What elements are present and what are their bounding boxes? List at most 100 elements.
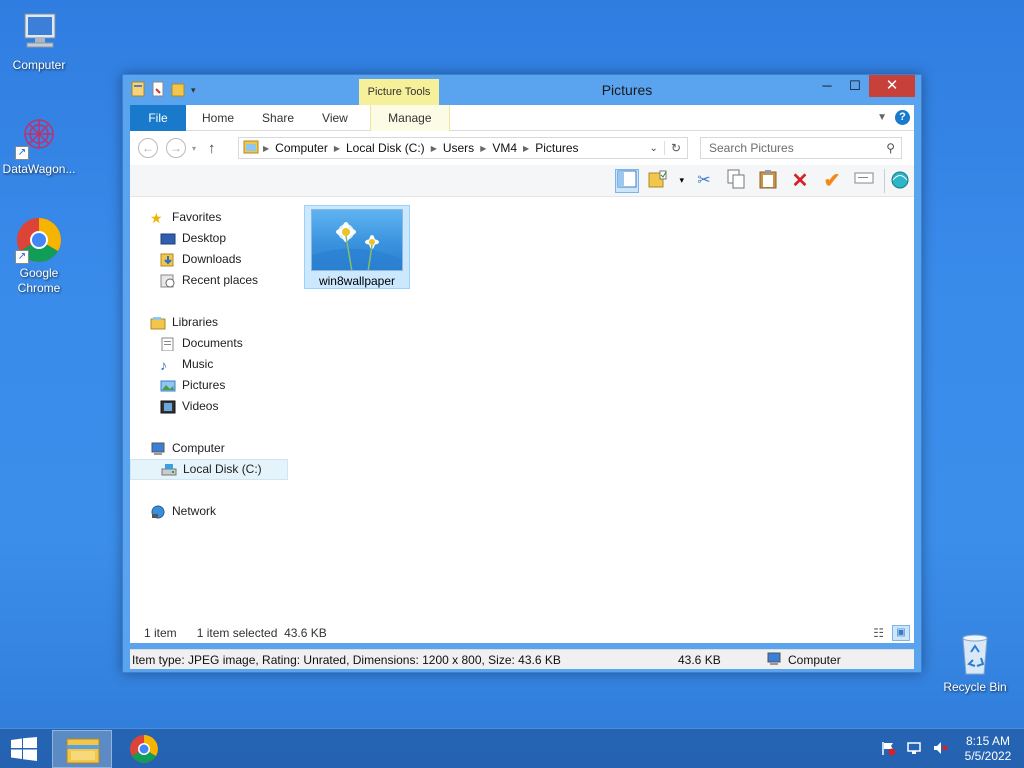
- action-center-flag-icon[interactable]: [880, 740, 896, 759]
- address-dropdown-icon[interactable]: ⌄: [650, 143, 658, 154]
- star-icon: ★: [150, 209, 163, 226]
- file-name: win8wallpaper: [318, 274, 396, 288]
- nav-pictures[interactable]: Pictures: [130, 375, 290, 396]
- tab-view[interactable]: View: [308, 105, 362, 131]
- details-info: Item type: JPEG image, Rating: Unrated, …: [132, 653, 561, 667]
- taskbar-chrome[interactable]: [114, 730, 174, 768]
- computer-icon: [15, 8, 63, 56]
- nav-label: Music: [182, 357, 214, 371]
- properties-folder-icon[interactable]: [647, 169, 671, 193]
- desktop-icon-computer[interactable]: Computer: [0, 8, 78, 73]
- network-shell-icon[interactable]: [884, 168, 909, 193]
- title-bar[interactable]: ▾ Picture Tools Pictures ─ ☐ ✕: [123, 75, 921, 107]
- help-icon[interactable]: ?: [895, 110, 910, 125]
- nav-label: Network: [172, 504, 217, 518]
- details-location-icon: [766, 652, 782, 669]
- details-bar: Item type: JPEG image, Rating: Unrated, …: [130, 649, 914, 669]
- datawagon-icon: ↗: [15, 112, 63, 160]
- breadcrumb-vm4[interactable]: VM4: [486, 141, 523, 155]
- nav-computer[interactable]: Computer: [130, 438, 290, 459]
- forward-button[interactable]: →: [166, 138, 186, 158]
- taskbar: 8:15 AM 5/5/2022: [0, 728, 1024, 768]
- rename-check-icon[interactable]: ✔: [820, 169, 844, 193]
- nav-label: Documents: [182, 336, 243, 350]
- expand-ribbon-icon[interactable]: ▼: [877, 112, 887, 123]
- tab-share[interactable]: Share: [248, 105, 308, 131]
- maximize-button[interactable]: ☐: [841, 75, 869, 97]
- preview-pane-icon[interactable]: [615, 168, 640, 193]
- nav-label: Libraries: [172, 315, 219, 329]
- cut-icon[interactable]: ✂: [692, 169, 716, 193]
- videos-icon: [160, 400, 176, 414]
- computer-icon: [150, 442, 166, 456]
- search-icon: ⚲: [886, 141, 895, 155]
- desktop-icon-label: Google Chrome: [17, 266, 61, 295]
- start-button[interactable]: [10, 737, 38, 761]
- nav-label: Computer: [172, 441, 225, 455]
- large-icons-view-icon[interactable]: ▣: [892, 625, 910, 641]
- search-input[interactable]: Search Pictures ⚲: [700, 137, 902, 159]
- address-bar[interactable]: ▶ Computer ▶ Local Disk (C:) ▶ Users ▶ V…: [238, 137, 688, 159]
- nav-documents[interactable]: Documents: [130, 333, 290, 354]
- nav-videos[interactable]: Videos: [130, 396, 290, 417]
- nav-local-disk[interactable]: Local Disk (C:): [130, 459, 288, 480]
- breadcrumb-pictures[interactable]: Pictures: [529, 141, 584, 155]
- music-icon: ♪: [160, 356, 167, 373]
- recycle-bin-icon: [951, 630, 999, 678]
- desktop-icon-datawagon[interactable]: ↗ DataWagon...: [0, 112, 78, 177]
- drive-icon: [161, 463, 177, 477]
- nav-network[interactable]: Network: [130, 501, 290, 522]
- toolbar-dropdown-icon[interactable]: ▾: [679, 175, 684, 186]
- breadcrumb-local-disk[interactable]: Local Disk (C:): [340, 141, 431, 155]
- desktop-icon-label: Recycle Bin: [943, 680, 1007, 694]
- nav-downloads[interactable]: Downloads: [130, 249, 290, 270]
- nav-label: Downloads: [182, 252, 242, 266]
- ribbon-controls: ▼ ?: [877, 110, 914, 125]
- nav-favorites[interactable]: ★ Favorites: [130, 207, 290, 228]
- tab-home[interactable]: Home: [188, 105, 248, 131]
- address-row: ← → ▾ ↑ ▶ Computer ▶ Local Disk (C:) ▶ U…: [130, 131, 914, 165]
- downloads-icon: [160, 253, 176, 267]
- desktop-icon-chrome[interactable]: ↗ Google Chrome: [0, 216, 78, 296]
- volume-muted-icon[interactable]: [932, 740, 948, 759]
- clock[interactable]: 8:15 AM 5/5/2022: [958, 734, 1018, 764]
- tab-manage[interactable]: Manage: [369, 104, 450, 131]
- network-tray-icon[interactable]: [906, 740, 922, 759]
- delete-icon[interactable]: ✕: [788, 169, 812, 193]
- network-icon: [150, 505, 166, 519]
- nav-libraries[interactable]: Libraries: [130, 312, 290, 333]
- minimize-button[interactable]: ─: [813, 75, 841, 97]
- details-location: Computer: [788, 653, 841, 667]
- up-button[interactable]: ↑: [208, 140, 216, 157]
- nav-label: Favorites: [172, 210, 222, 224]
- pictures-folder-icon: [243, 139, 259, 158]
- nav-music[interactable]: ♪ Music: [130, 354, 290, 375]
- breadcrumb-users[interactable]: Users: [437, 141, 480, 155]
- desktop-icon-recycle-bin[interactable]: Recycle Bin: [936, 630, 1014, 695]
- breadcrumb-computer[interactable]: Computer: [269, 141, 334, 155]
- navigation-pane: ★ Favorites Desktop Downloads Recent pla…: [130, 197, 290, 639]
- file-item[interactable]: win8wallpaper: [304, 205, 410, 289]
- tab-file[interactable]: File: [130, 104, 186, 131]
- paste-icon[interactable]: [756, 169, 780, 193]
- details-view-icon[interactable]: ☷: [873, 626, 884, 640]
- desktop-icon-label: DataWagon...: [2, 162, 76, 176]
- status-bar: 1 item 1 item selected 43.6 KB ☷ ▣: [130, 623, 914, 643]
- back-button[interactable]: ←: [138, 138, 158, 158]
- item-count: 1 item: [144, 626, 177, 640]
- copy-icon[interactable]: [724, 169, 748, 193]
- nav-label: Recent places: [182, 273, 259, 287]
- nav-recent-places[interactable]: Recent places: [130, 270, 290, 291]
- rename-icon[interactable]: [852, 169, 876, 193]
- recent-locations-icon[interactable]: ▾: [192, 144, 196, 153]
- taskbar-file-explorer[interactable]: [52, 730, 112, 768]
- refresh-icon[interactable]: ↻: [663, 141, 687, 155]
- desktop-icon: [160, 232, 176, 246]
- clock-time: 8:15 AM: [965, 734, 1011, 748]
- close-button[interactable]: ✕: [869, 75, 915, 97]
- nav-desktop[interactable]: Desktop: [130, 228, 290, 249]
- image-thumbnail: [311, 209, 403, 271]
- explorer-window: ▾ Picture Tools Pictures ─ ☐ ✕ File Home…: [122, 74, 922, 673]
- nav-label: Videos: [182, 399, 219, 413]
- file-explorer-icon: [66, 738, 100, 764]
